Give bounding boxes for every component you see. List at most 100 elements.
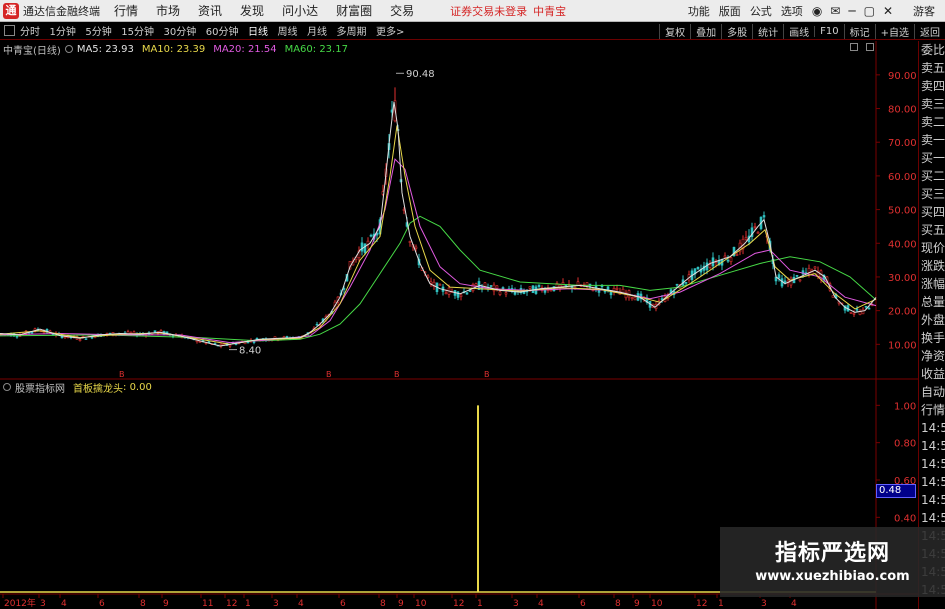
candle-body [585, 282, 589, 286]
candle-body [468, 290, 472, 292]
side-label[interactable]: 14:50 [921, 437, 945, 455]
candle-body [735, 254, 739, 256]
candle-body [753, 226, 757, 228]
current-value-badge: 0.48 [876, 484, 916, 498]
button-back[interactable]: 返回 [914, 23, 945, 39]
side-label[interactable]: 14:50 [921, 509, 945, 527]
side-label[interactable]: 买二 [921, 167, 945, 185]
candle-body [798, 279, 802, 282]
x-tick-label: 3 [761, 599, 767, 609]
x-tick-label: 4 [298, 599, 304, 609]
candle-body [528, 286, 532, 289]
side-label[interactable]: 总量 [921, 293, 945, 311]
candle-body [744, 237, 748, 240]
side-label[interactable]: 14:50 [921, 455, 945, 473]
side-label[interactable]: 外盘 [921, 311, 945, 329]
candle-body [531, 285, 535, 294]
quote-side-column: 委比 卖五 卖四 卖三 卖二 卖一 买一 买二 买三 买四 买五 现价 涨跌 涨幅 总量 外盘 换手 净资 收益 自动… [918, 41, 945, 609]
candle-body [675, 283, 679, 286]
candle-body [726, 259, 730, 262]
side-label[interactable]: 换手 [921, 329, 945, 347]
indicator-source: 股票指标网 [15, 383, 65, 395]
candle-body [363, 243, 367, 254]
side-label[interactable]: 自动 [921, 383, 945, 401]
x-tick-label: 10 [415, 599, 427, 609]
candle-body [537, 284, 541, 287]
side-label[interactable]: 涨跌 [921, 257, 945, 275]
price-tick-label: 80.00 [888, 105, 917, 116]
candle-body [498, 291, 502, 295]
side-label[interactable]: 卖一 [921, 131, 945, 149]
candle-body [696, 266, 700, 270]
candle-body [78, 339, 82, 341]
watermark: 指标严选网 www.xuezhibiao.com [720, 527, 945, 597]
side-label[interactable]: 买三 [921, 185, 945, 203]
candle-body [30, 331, 34, 334]
price-tick-label: 70.00 [888, 138, 917, 149]
x-tick-label: 6 [99, 599, 105, 609]
candle-body [369, 234, 373, 237]
x-tick-label: 6 [580, 599, 586, 609]
side-label[interactable]: 卖四 [921, 77, 945, 95]
side-label[interactable]: 涨幅 [921, 275, 945, 293]
x-tick-label: 1 [477, 599, 483, 609]
x-tick-label: 12 [226, 599, 237, 609]
side-label[interactable]: 14:50 [921, 473, 945, 491]
candle-body [600, 285, 604, 288]
candle-body [708, 264, 712, 268]
ma10-line [0, 125, 877, 345]
price-chart-svg: 90.0080.0070.0060.0050.0040.0030.0020.00… [0, 41, 918, 609]
candle-body [438, 284, 442, 286]
buy-marker: B [394, 370, 400, 379]
side-label[interactable]: 买一 [921, 149, 945, 167]
x-tick-label: 8 [140, 599, 146, 609]
side-label[interactable]: 买四 [921, 203, 945, 221]
candle-body [756, 232, 760, 234]
side-label[interactable]: 14:50 [921, 419, 945, 437]
candle-body [315, 323, 319, 326]
candle-body [633, 296, 637, 301]
side-label[interactable]: 14:50 [921, 491, 945, 509]
x-tick-label: 3 [40, 599, 46, 609]
candle-body [285, 336, 289, 338]
candle-body [849, 312, 853, 314]
side-label[interactable]: 卖三 [921, 95, 945, 113]
side-label[interactable]: 委比 [921, 41, 945, 59]
x-tick-label: 1 [245, 599, 251, 609]
x-tick-label: 3 [513, 599, 519, 609]
candle-body [855, 308, 859, 311]
price-tick-label: 60.00 [888, 172, 917, 183]
ma20-line [0, 158, 877, 344]
ma60-line [0, 215, 877, 342]
candle-body [459, 294, 463, 297]
indicator-settings-icon[interactable] [3, 383, 11, 391]
candle-body [474, 283, 478, 286]
candle-body [228, 344, 232, 347]
side-label[interactable]: 卖二 [921, 113, 945, 131]
candle-body [777, 274, 781, 279]
side-label[interactable]: 净资 [921, 347, 945, 365]
candle-body [609, 291, 613, 296]
x-tick-label: 12 [453, 599, 464, 609]
candle-body [198, 341, 202, 343]
candle-body [543, 289, 547, 293]
x-tick-label: 9 [398, 599, 404, 609]
candle-body [360, 242, 364, 252]
x-tick-label: 8 [380, 599, 386, 609]
low-price-label: 8.40 [239, 346, 261, 357]
price-tick-label: 10.00 [888, 340, 917, 351]
x-tick-label: 10 [651, 599, 663, 609]
candle-body [252, 341, 256, 343]
buy-marker: B [326, 370, 332, 379]
x-tick-label: 3 [273, 599, 279, 609]
side-label[interactable]: 买五 [921, 221, 945, 239]
side-label[interactable]: 现价 [921, 239, 945, 257]
candle-body [549, 289, 553, 292]
side-label[interactable]: 卖五 [921, 59, 945, 77]
side-label[interactable]: 行情 [921, 401, 945, 419]
x-tick-label: 4 [61, 599, 67, 609]
candle-body [684, 282, 688, 284]
side-label[interactable]: 收益 [921, 365, 945, 383]
candle-body [414, 246, 418, 249]
candle-body [852, 312, 856, 315]
